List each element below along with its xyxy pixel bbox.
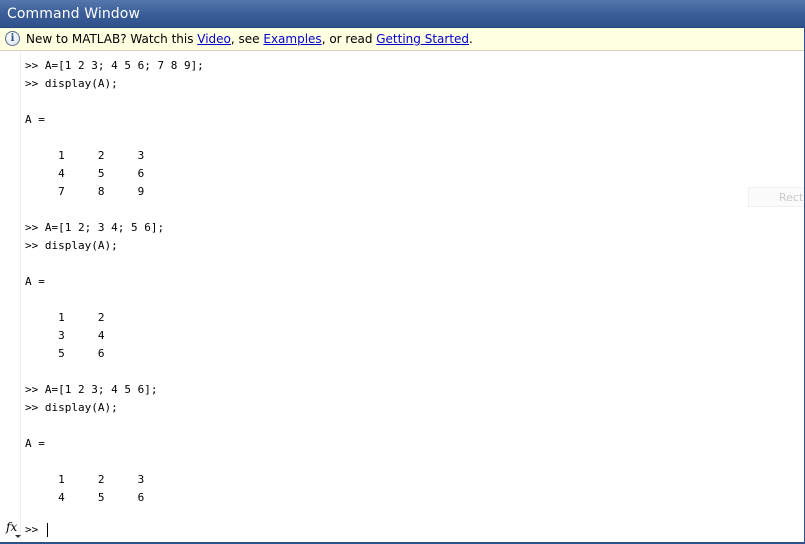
infobar-text-after: .: [469, 32, 473, 46]
console-gutter: [0, 51, 21, 544]
infobar-text-mid2: , or read: [321, 32, 377, 46]
info-icon: [5, 31, 20, 46]
prompt-symbol: >>: [25, 523, 45, 536]
video-link[interactable]: Video: [197, 32, 231, 46]
command-prompt-input[interactable]: >>: [25, 523, 48, 537]
function-browser-icon[interactable]: fx: [6, 520, 22, 538]
command-output[interactable]: >> A=[1 2 3; 4 5 6; 7 8 9]; >> display(A…: [25, 57, 204, 507]
getting-started-infobar: New to MATLAB? Watch this Video, see Exa…: [0, 28, 805, 51]
text-cursor: [46, 523, 48, 537]
faded-tooltip: Recta: [748, 187, 805, 207]
examples-link[interactable]: Examples: [263, 32, 321, 46]
getting-started-link[interactable]: Getting Started: [376, 32, 469, 46]
command-window-titlebar[interactable]: Command Window: [0, 0, 805, 28]
infobar-text-before: New to MATLAB? Watch this: [26, 32, 198, 46]
window-title: Command Window: [7, 6, 141, 22]
infobar-text-mid1: , see: [230, 32, 264, 46]
infobar-message: New to MATLAB? Watch this Video, see Exa…: [26, 32, 473, 46]
